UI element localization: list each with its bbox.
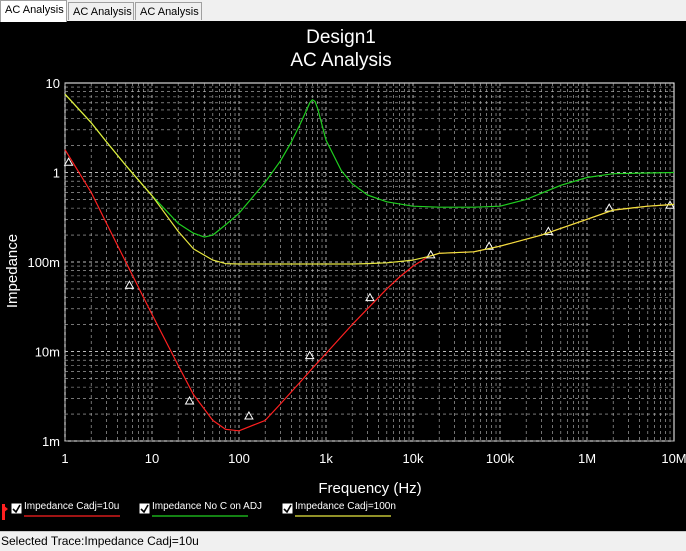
legend-label[interactable]: Impedance Cadj=10u <box>24 501 119 512</box>
x-tick-label: 1 <box>61 451 68 466</box>
x-tick-label: 1k <box>319 451 333 466</box>
x-tick-label: 10k <box>403 451 424 466</box>
plot-area[interactable]: Design1 AC Analysis 1 10 100 1k 10k 100k 1M 10M… <box>0 21 686 531</box>
tab-bar: AC Analysis AC Analysis AC Analysis <box>0 0 686 22</box>
legend-label[interactable]: Impedance No C on ADJ <box>152 501 262 512</box>
trace-marker <box>124 280 135 289</box>
y-axis-title: Impedance <box>4 234 21 308</box>
x-axis-title: Frequency (Hz) <box>318 480 421 497</box>
chart-grid <box>64 82 675 442</box>
x-tick-label: 100k <box>486 451 515 466</box>
selected-trace-text: Selected Trace:Impedance Cadj=10u <box>1 534 199 548</box>
y-tick-label: 10m <box>35 345 60 360</box>
ac-analysis-chart[interactable]: Design1 AC Analysis 1 10 100 1k 10k 100k 1M 10M… <box>0 21 686 531</box>
tab-ac-analysis-3[interactable]: AC Analysis <box>135 2 202 20</box>
chart-subtitle: AC Analysis <box>290 50 391 71</box>
tab-ac-analysis-2[interactable]: AC Analysis <box>68 2 134 20</box>
selected-trace-bar <box>2 504 5 520</box>
x-tick-label: 10M <box>661 451 686 466</box>
legend-label[interactable]: Impedance Cadj=100n <box>295 501 396 512</box>
x-tick-label: 100 <box>228 451 250 466</box>
y-tick-label: 1 <box>53 166 60 181</box>
legend: Impedance Cadj=10u Impedance No C on ADJ I… <box>2 501 396 520</box>
y-tick-label: 1m <box>42 434 60 449</box>
chart-traces <box>63 93 675 432</box>
x-tick-label: 10 <box>145 451 159 466</box>
trace-marker <box>244 411 254 420</box>
y-tick-label: 100m <box>27 255 60 270</box>
chart-title: Design1 <box>306 27 376 48</box>
x-tick-label: 1M <box>578 451 596 466</box>
trace-marker <box>365 292 375 302</box>
status-bar: Selected Trace:Impedance Cadj=10u <box>0 531 686 551</box>
trace-line-2[interactable] <box>64 93 675 238</box>
y-tick-label: 10 <box>46 76 60 91</box>
tab-ac-analysis-1[interactable]: AC Analysis <box>0 0 67 22</box>
trace-line-1[interactable] <box>64 149 675 432</box>
